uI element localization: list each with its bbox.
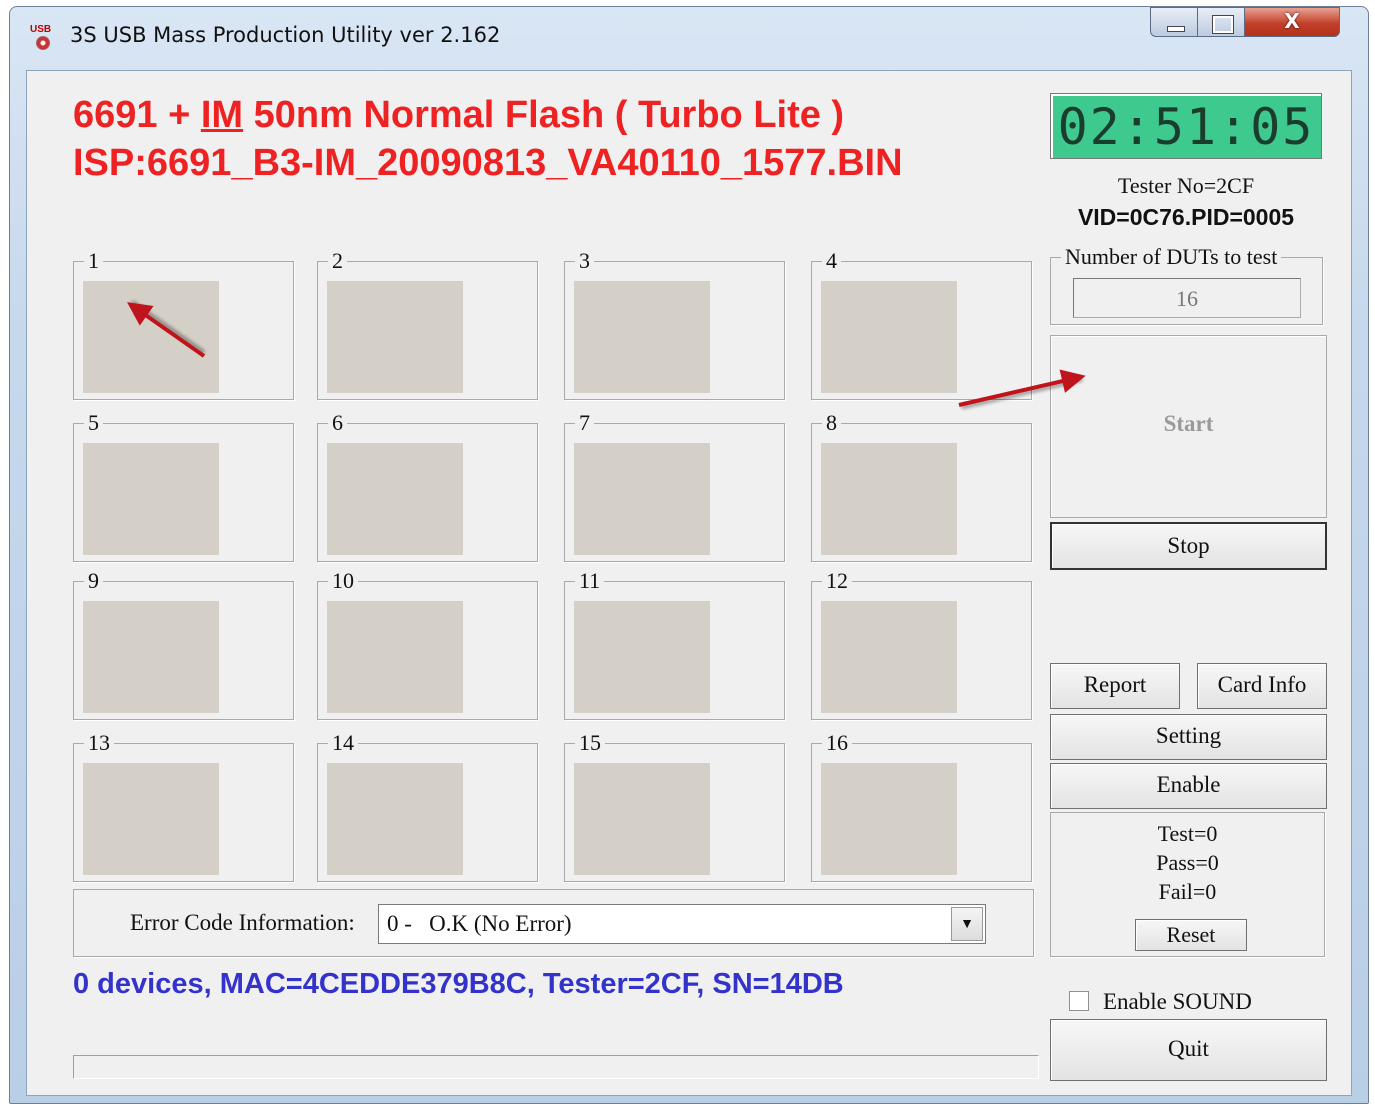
close-button[interactable]: X: [1244, 7, 1340, 37]
chevron-down-icon[interactable]: ▼: [951, 907, 983, 941]
dut-slot-label: 11: [575, 569, 605, 593]
error-code-group: Error Code Information: 0 - O.K (No Erro…: [73, 889, 1034, 957]
stats-panel: Test=0 Pass=0 Fail=0 Reset: [1050, 812, 1325, 957]
dut-slot-label: 12: [822, 569, 852, 593]
enable-sound-checkbox[interactable]: [1069, 991, 1089, 1011]
dut-slot-label: 10: [328, 569, 358, 593]
start-button[interactable]: Start: [1050, 335, 1327, 518]
dut-status-panel: [574, 443, 710, 555]
dut-slot-label: 9: [84, 569, 103, 593]
dut-slot: 11: [564, 569, 785, 720]
dut-status-panel: [83, 601, 219, 713]
app-window: USB 3S USB Mass Production Utility ver 2…: [9, 6, 1369, 1104]
dut-status-panel: [574, 281, 710, 393]
error-code-label: Error Code Information:: [130, 910, 355, 935]
error-code-select[interactable]: 0 - O.K (No Error) ▼: [378, 904, 986, 944]
dut-status-panel: [574, 763, 710, 875]
dut-slot: 7: [564, 411, 785, 562]
dut-status-panel: [327, 763, 463, 875]
duts-count-field[interactable]: 16: [1073, 278, 1301, 318]
dut-status-panel: [821, 601, 957, 713]
enable-button[interactable]: Enable: [1050, 763, 1327, 809]
dut-slot-label: 15: [575, 731, 605, 755]
minimize-button[interactable]: [1150, 7, 1198, 37]
dut-status-panel: [83, 443, 219, 555]
dut-status-panel: [83, 763, 219, 875]
dut-slot: 14: [317, 731, 538, 882]
error-code-value: 0 - O.K (No Error): [387, 911, 572, 936]
dut-status-panel: [327, 601, 463, 713]
elapsed-clock: 02:51:05: [1050, 93, 1322, 159]
duts-group: Number of DUTs to test 16: [1050, 245, 1323, 325]
maximize-button[interactable]: [1197, 7, 1245, 37]
dut-slot: 2: [317, 249, 538, 400]
flash-config-title: 6691 + IM 50nm Normal Flash ( Turbo Lite…: [73, 94, 845, 136]
dut-slot: 13: [73, 731, 294, 882]
dut-status-panel: [574, 601, 710, 713]
client-area: 6691 + IM 50nm Normal Flash ( Turbo Lite…: [26, 70, 1352, 1096]
setting-button[interactable]: Setting: [1050, 714, 1327, 760]
dut-status-panel: [821, 281, 957, 393]
dut-slot: 1: [73, 249, 294, 400]
dut-slot-label: 6: [328, 411, 347, 435]
isp-file-title: ISP:6691_B3-IM_20090813_VA40110_1577.BIN: [73, 142, 903, 184]
dut-slot-label: 3: [575, 249, 594, 273]
close-icon: X: [1284, 9, 1300, 33]
reset-button[interactable]: Reset: [1135, 919, 1247, 951]
stop-button[interactable]: Stop: [1050, 522, 1327, 570]
pass-count: Pass=0: [1156, 850, 1219, 875]
dut-slot: 3: [564, 249, 785, 400]
device-status-text: 0 devices, MAC=4CEDDE379B8C, Tester=2CF,…: [73, 968, 844, 1000]
dut-slot: 15: [564, 731, 785, 882]
dut-slot: 12: [811, 569, 1032, 720]
dut-slot-label: 7: [575, 411, 594, 435]
dut-slot-label: 2: [328, 249, 347, 273]
enable-sound-label[interactable]: Enable SOUND: [1103, 989, 1252, 1015]
dut-status-panel: [83, 281, 219, 393]
dut-slot-label: 8: [822, 411, 841, 435]
window-title: 3S USB Mass Production Utility ver 2.162: [70, 23, 501, 47]
dut-status-panel: [821, 763, 957, 875]
card-info-button[interactable]: Card Info: [1197, 663, 1327, 709]
dut-status-panel: [327, 443, 463, 555]
dut-slot: 8: [811, 411, 1032, 562]
dut-slot-label: 14: [328, 731, 358, 755]
duts-legend: Number of DUTs to test: [1061, 245, 1282, 269]
dut-slot: 9: [73, 569, 294, 720]
dut-slot-label: 4: [822, 249, 841, 273]
dut-slot-label: 16: [822, 731, 852, 755]
usb-app-icon: USB: [30, 25, 58, 53]
dut-slot: 10: [317, 569, 538, 720]
dut-slot: 5: [73, 411, 294, 562]
report-button[interactable]: Report: [1050, 663, 1180, 709]
dut-slot-label: 13: [84, 731, 114, 755]
dut-slot: 16: [811, 731, 1032, 882]
fail-count: Fail=0: [1158, 879, 1217, 904]
vid-pid-label: VID=0C76.PID=0005: [1077, 204, 1295, 230]
progress-bar: [73, 1055, 1039, 1079]
tester-number: Tester No=2CF: [1117, 173, 1255, 198]
quit-button[interactable]: Quit: [1050, 1019, 1327, 1081]
dut-status-panel: [327, 281, 463, 393]
title-bar[interactable]: USB 3S USB Mass Production Utility ver 2…: [10, 7, 1368, 69]
dut-status-panel: [821, 443, 957, 555]
dut-slot-label: 5: [84, 411, 103, 435]
dut-slot-label: 1: [84, 249, 103, 273]
dut-slot: 4: [811, 249, 1032, 400]
test-count: Test=0: [1157, 821, 1218, 846]
dut-slot: 6: [317, 411, 538, 562]
